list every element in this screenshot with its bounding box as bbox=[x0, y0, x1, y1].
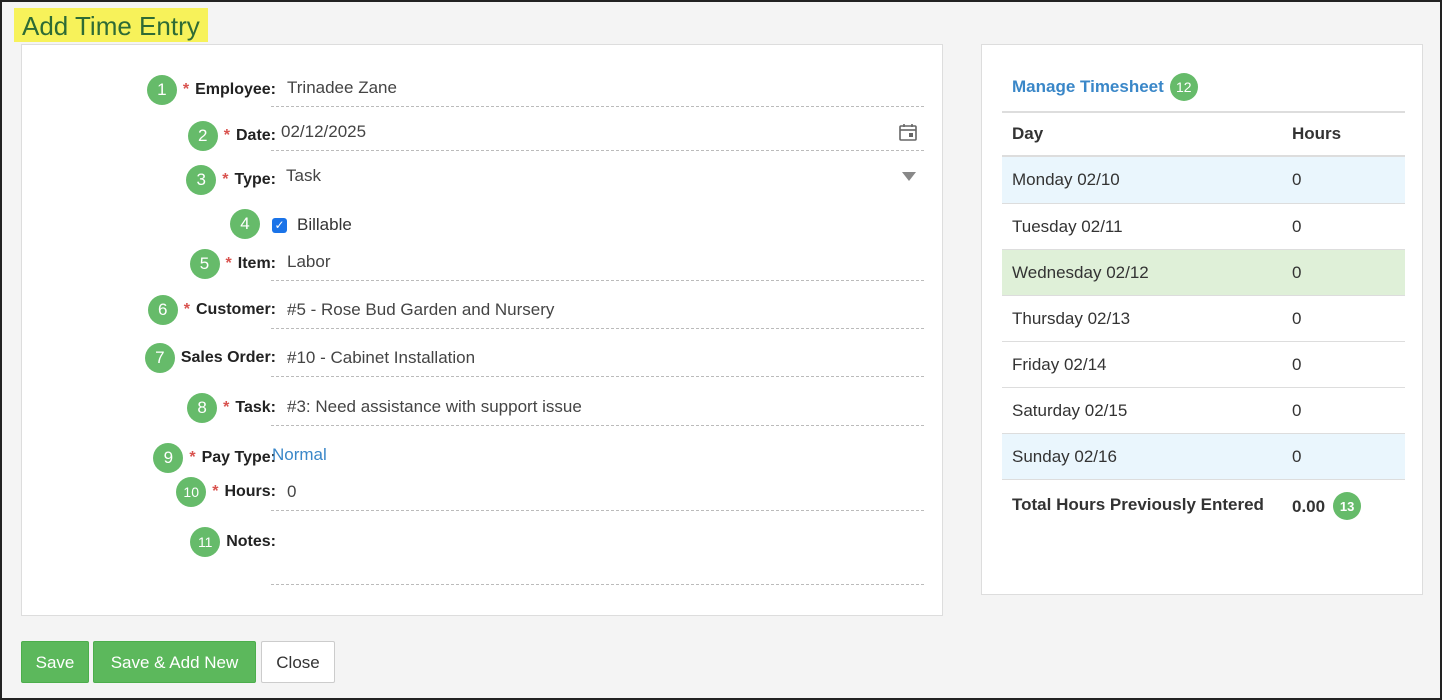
callout-badge: 3 bbox=[186, 165, 217, 195]
type-row: 3 * Type: Task bbox=[22, 157, 944, 195]
notes-textarea[interactable] bbox=[271, 525, 924, 585]
day-cell: Friday 02/14 bbox=[1012, 354, 1107, 374]
callout-badge: 5 bbox=[189, 249, 220, 279]
pay-type-row: 9 * Pay Type: Normal bbox=[22, 441, 944, 475]
hours-cell: 0 bbox=[1292, 446, 1302, 466]
column-header-day: Day bbox=[1012, 124, 1044, 143]
day-cell: Saturday 02/15 bbox=[1012, 400, 1128, 420]
timesheet-table: Day Hours Monday 02/10 0 Tuesday 02/11 0… bbox=[1002, 111, 1405, 539]
task-row: 8 * Task: #3: Need assistance with suppo… bbox=[22, 388, 944, 426]
pay-type-link[interactable]: Normal bbox=[272, 445, 327, 465]
total-value: 0.00 bbox=[1292, 496, 1326, 516]
hours-cell: 0 bbox=[1292, 216, 1302, 236]
callout-badge: 4 bbox=[230, 209, 260, 239]
hours-label: Hours: bbox=[224, 483, 276, 500]
callout-badge: 9 bbox=[153, 443, 184, 473]
table-row: Friday 02/14 0 bbox=[1002, 341, 1405, 387]
page-title: Add Time Entry bbox=[14, 8, 208, 42]
customer-field[interactable]: #5 - Rose Bud Garden and Nursery bbox=[271, 291, 924, 329]
manage-timesheet-link[interactable]: Manage Timesheet bbox=[1012, 77, 1164, 97]
billable-row: 4 ✓ Billable bbox=[22, 207, 944, 241]
task-field[interactable]: #3: Need assistance with support issue bbox=[271, 388, 924, 426]
table-row-selected: Wednesday 02/12 0 bbox=[1002, 249, 1405, 295]
save-and-add-new-button[interactable]: Save & Add New bbox=[93, 641, 256, 683]
hours-cell: 0 bbox=[1292, 354, 1302, 374]
manage-timesheet-header: Manage Timesheet 12 bbox=[1012, 73, 1198, 101]
total-row: Total Hours Previously Entered 0.00 13 bbox=[1002, 479, 1405, 539]
callout-badge: 12 bbox=[1169, 73, 1198, 101]
column-header-hours: Hours bbox=[1292, 124, 1342, 143]
billable-checkbox[interactable]: ✓ bbox=[272, 217, 287, 233]
type-label: Type: bbox=[234, 171, 276, 188]
callout-badge: 10 bbox=[176, 477, 207, 507]
callout-badge: 8 bbox=[187, 393, 218, 423]
total-label: Total Hours Previously Entered bbox=[1012, 495, 1264, 514]
hours-cell: 0 bbox=[1292, 262, 1302, 282]
notes-row: 11 Notes: bbox=[22, 525, 944, 585]
billable-label: Billable bbox=[297, 215, 352, 234]
employee-label: Employee: bbox=[195, 81, 276, 98]
close-button[interactable]: Close bbox=[261, 641, 335, 683]
time-entry-form: 1 * Employee: Trinadee Zane 2 * Date: 02… bbox=[21, 44, 943, 616]
callout-badge: 7 bbox=[144, 343, 175, 373]
type-select[interactable]: Task bbox=[271, 157, 924, 195]
callout-badge: 13 bbox=[1333, 492, 1362, 520]
table-row: Tuesday 02/11 0 bbox=[1002, 203, 1405, 249]
date-label: Date: bbox=[235, 127, 276, 144]
callout-badge: 2 bbox=[187, 121, 218, 151]
required-marker: * bbox=[223, 127, 230, 144]
pay-type-label: Pay Type: bbox=[201, 449, 276, 466]
employee-field[interactable]: Trinadee Zane bbox=[271, 69, 924, 107]
table-row: Sunday 02/16 0 bbox=[1002, 433, 1405, 479]
type-value: Task bbox=[286, 166, 321, 185]
timesheet-panel: Manage Timesheet 12 Day Hours Monday 02/… bbox=[981, 44, 1423, 595]
notes-label: Notes: bbox=[226, 533, 276, 550]
dropdown-caret-icon[interactable] bbox=[902, 172, 916, 181]
hours-input[interactable]: 0 bbox=[271, 473, 924, 511]
sales-order-label: Sales Order: bbox=[180, 349, 276, 366]
day-cell: Monday 02/10 bbox=[1012, 170, 1120, 189]
employee-row: 1 * Employee: Trinadee Zane bbox=[22, 69, 944, 107]
save-button[interactable]: Save bbox=[21, 641, 89, 683]
customer-label: Customer: bbox=[195, 301, 276, 318]
table-row: Thursday 02/13 0 bbox=[1002, 295, 1405, 341]
table-header-row: Day Hours bbox=[1002, 111, 1405, 157]
callout-badge: 6 bbox=[147, 295, 178, 325]
required-marker: * bbox=[225, 255, 232, 272]
date-value: 02/12/2025 bbox=[281, 122, 367, 141]
sales-order-row: 7 Sales Order: #10 - Cabinet Installatio… bbox=[22, 339, 944, 377]
calendar-icon[interactable] bbox=[898, 122, 918, 142]
day-cell: Thursday 02/13 bbox=[1012, 308, 1131, 328]
date-input[interactable]: 02/12/2025 bbox=[271, 113, 924, 151]
required-marker: * bbox=[223, 399, 230, 416]
day-cell: Sunday 02/16 bbox=[1012, 446, 1117, 466]
required-marker: * bbox=[222, 171, 229, 188]
hours-cell: 0 bbox=[1292, 400, 1302, 420]
callout-badge: 11 bbox=[190, 527, 221, 557]
hours-cell: 0 bbox=[1292, 308, 1302, 328]
table-row: Monday 02/10 0 bbox=[1002, 157, 1405, 203]
hours-cell: 0 bbox=[1292, 170, 1302, 189]
sales-order-field[interactable]: #10 - Cabinet Installation bbox=[271, 339, 924, 377]
item-row: 5 * Item: Labor bbox=[22, 243, 944, 281]
callout-badge: 1 bbox=[146, 75, 177, 105]
date-row: 2 * Date: 02/12/2025 bbox=[22, 113, 944, 151]
task-label: Task: bbox=[235, 399, 276, 416]
required-marker: * bbox=[182, 81, 190, 98]
customer-row: 6 * Customer: #5 - Rose Bud Garden and N… bbox=[22, 291, 944, 329]
day-cell: Wednesday 02/12 bbox=[1012, 262, 1149, 282]
hours-row: 10 * Hours: 0 bbox=[22, 473, 944, 511]
day-cell: Tuesday 02/11 bbox=[1012, 216, 1123, 236]
required-marker: * bbox=[183, 301, 190, 318]
required-marker: * bbox=[212, 483, 219, 500]
table-row: Saturday 02/15 0 bbox=[1002, 387, 1405, 433]
required-marker: * bbox=[189, 449, 196, 466]
item-field[interactable]: Labor bbox=[271, 243, 924, 281]
